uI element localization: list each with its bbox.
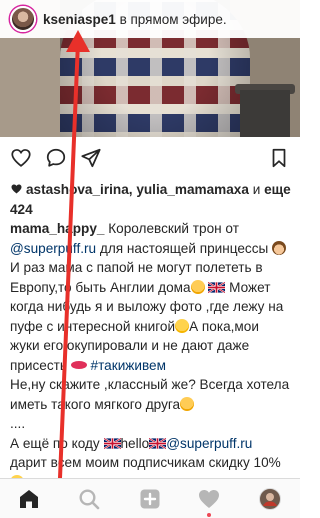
uk-flag-icon [208,281,226,293]
caption-part2: для настоящей принцессы [96,240,273,256]
profile-avatar-icon[interactable] [258,487,282,511]
princess-emoji-icon [272,240,287,255]
caption-paragraph-friend: Не,ну скажите ,классный же? Всегда хотел… [10,375,292,414]
caption-paragraph-england: И раз мама с папой не могут полететь в Е… [10,258,292,375]
caption-part6: Не,ну скажите ,классный же? Всегда хотел… [10,377,290,412]
add-post-icon[interactable] [138,487,162,511]
caption-part9: дарит всем моим подписчикам скидку 10% [10,455,281,470]
promo-code: hello [120,435,150,451]
direct-share-icon[interactable] [80,147,102,169]
bottom-navigation [0,478,300,518]
likes-connector: и [248,182,265,197]
caption-hashtag[interactable]: #такиживем [91,358,166,373]
like-count-heart-icon [11,184,22,194]
bookmark-icon[interactable] [268,147,290,169]
caption-mention-superpuff-2[interactable]: @superpuff.ru [166,436,252,451]
comment-icon[interactable] [45,147,67,169]
live-username[interactable]: kseniaspe1 [43,12,116,27]
caption-part8: А ещё по коду [10,435,104,451]
hugging-emoji-icon [190,279,205,294]
kiss-lips-emoji-icon [70,360,87,369]
caption-part1: Королевский трон от [104,221,239,236]
live-notification-banner[interactable]: kseniaspe1 в прямом эфире. [0,0,300,38]
live-user-avatar[interactable] [10,6,36,32]
uk-flag-icon [149,437,167,449]
home-icon[interactable] [17,487,41,511]
live-status: в прямом эфире. [115,11,227,27]
caption-dots: .... [10,416,26,431]
smile-emoji-icon [175,318,190,333]
caption-mention-superpuff[interactable]: @superpuff.ru [10,241,96,256]
uk-flag-icon [103,437,121,449]
post-action-bar [0,141,300,175]
caption-author[interactable]: mama_happy_ [10,221,104,236]
activity-heart-icon[interactable] [197,487,221,511]
photo-stool [240,90,290,137]
post-caption: astashova_irina, yulia_mamamaxa и еще 42… [10,180,292,492]
likes-users[interactable]: astashova_irina, yulia_mamamaxa [26,182,249,197]
likes-line[interactable]: astashova_irina, yulia_mamamaxa и еще 42… [10,180,292,219]
activity-notification-dot [207,513,211,517]
live-banner-text: kseniaspe1 в прямом эфире. [43,12,227,27]
heart-eyes-emoji-icon [180,396,195,411]
search-icon[interactable] [77,487,101,511]
heart-outline-icon[interactable] [10,147,32,169]
caption-body: mama_happy_ Королевский трон от @superpu… [10,219,292,258]
